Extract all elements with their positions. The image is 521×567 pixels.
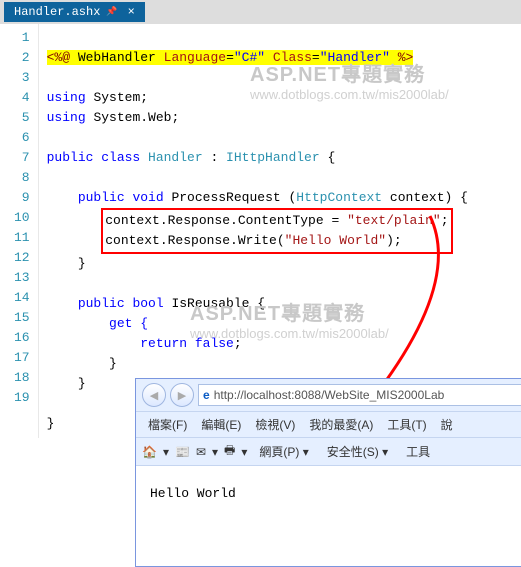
forward-button[interactable]: ▶	[170, 383, 194, 407]
menu-view[interactable]: 檢視(V)	[249, 414, 301, 435]
ie-icon: e	[203, 388, 210, 402]
browser-nav: ◀ ▶ e http://localhost:8088/WebSite_MIS2…	[136, 379, 521, 412]
browser-content: Hello World	[136, 466, 521, 566]
tb-tools[interactable]: 工具	[400, 441, 436, 462]
tab-bar: Handler.ashx 📌 ×	[0, 0, 521, 24]
pin-icon[interactable]: 📌	[106, 7, 117, 17]
menu-fav[interactable]: 我的最愛(A)	[303, 414, 379, 435]
code-area[interactable]: <%@ WebHandler Language="C#" Class="Hand…	[39, 24, 468, 438]
line-numbers: 12345678910111213141516171819	[0, 24, 39, 438]
browser-toolbar: 🏠▾ 📰 ✉▾ 🖶▾ 網頁(P) ▾ 安全性(S) ▾ 工具	[136, 438, 521, 466]
directive-line: <%@ WebHandler Language="C#" Class="Hand…	[47, 50, 414, 65]
home-icon[interactable]: 🏠	[142, 445, 157, 459]
menu-edit[interactable]: 編輯(E)	[195, 414, 247, 435]
code-editor[interactable]: 12345678910111213141516171819 <%@ WebHan…	[0, 24, 521, 438]
menu-help[interactable]: 說	[435, 414, 459, 435]
back-button[interactable]: ◀	[142, 383, 166, 407]
print-icon[interactable]: 🖶	[224, 441, 235, 462]
browser-window: ◀ ▶ e http://localhost:8088/WebSite_MIS2…	[135, 378, 521, 567]
highlighted-code-box: context.Response.ContentType = "text/pla…	[101, 208, 452, 254]
mail-icon[interactable]: ✉	[196, 445, 206, 459]
tb-safety[interactable]: 安全性(S) ▾	[321, 441, 394, 462]
address-bar[interactable]: e http://localhost:8088/WebSite_MIS2000L…	[198, 384, 521, 406]
file-tab[interactable]: Handler.ashx 📌 ×	[4, 2, 145, 22]
feed-icon[interactable]: 📰	[175, 445, 190, 459]
menu-file[interactable]: 檔案(F)	[142, 414, 193, 435]
tb-page[interactable]: 網頁(P) ▾	[253, 441, 314, 462]
browser-menu: 檔案(F) 編輯(E) 檢視(V) 我的最愛(A) 工具(T) 說	[136, 412, 521, 438]
close-icon[interactable]: ×	[128, 5, 135, 19]
menu-tools[interactable]: 工具(T)	[381, 414, 432, 435]
tab-filename: Handler.ashx	[14, 5, 100, 19]
